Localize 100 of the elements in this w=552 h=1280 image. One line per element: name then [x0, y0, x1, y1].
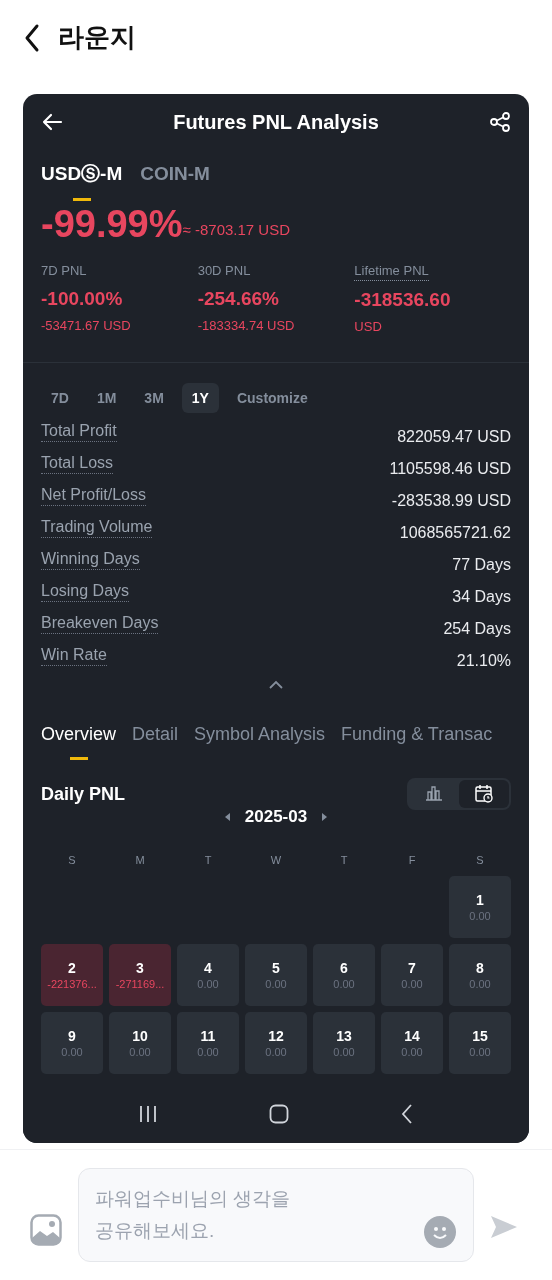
- screen-title: Futures PNL Analysis: [173, 110, 379, 135]
- section-tab[interactable]: Detail: [132, 721, 179, 764]
- weekday-label: M: [134, 852, 146, 868]
- day-number: 1: [476, 891, 484, 909]
- period-tab[interactable]: Customize: [226, 383, 318, 413]
- stat-label: 7D PNL: [41, 261, 87, 280]
- metric-label: Total Profit: [41, 421, 117, 442]
- day-pnl: -271169...: [115, 977, 165, 991]
- day-cell[interactable]: 14 0.00: [381, 1012, 443, 1074]
- day-pnl: 0.00: [469, 1045, 491, 1059]
- day-number: 12: [268, 1027, 284, 1045]
- stat-amount: -183334.74 USD: [197, 316, 296, 335]
- currency-tab[interactable]: COIN-M: [140, 160, 210, 201]
- collapse-icon[interactable]: [268, 679, 284, 691]
- tab-indicator: [69, 757, 88, 760]
- back-icon[interactable]: [401, 1104, 413, 1124]
- metric-label: Breakeven Days: [41, 613, 159, 634]
- day-number: 15: [472, 1027, 488, 1045]
- stat-value: -100.00%: [41, 287, 124, 311]
- day-cell[interactable]: 6 0.00: [313, 944, 375, 1006]
- day-cell[interactable]: 4 0.00: [177, 944, 239, 1006]
- previous-month-icon[interactable]: [223, 811, 231, 822]
- section-tab[interactable]: Overview: [41, 721, 116, 764]
- day-pnl: 0.00: [197, 977, 219, 991]
- stat-amount: -53471.67 USD: [41, 316, 132, 335]
- day-number: 11: [200, 1027, 216, 1045]
- period-tab[interactable]: 7D: [41, 383, 79, 413]
- back-arrow-icon[interactable]: [41, 111, 63, 133]
- tab-indicator: [72, 197, 91, 201]
- day-cell[interactable]: 10 0.00: [109, 1012, 171, 1074]
- day-number: 10: [132, 1027, 148, 1045]
- day-cell[interactable]: 9 0.00: [41, 1012, 103, 1074]
- day-cell[interactable]: 7 0.00: [381, 944, 443, 1006]
- metric-label: Trading Volume: [41, 517, 153, 538]
- metric-label: Net Profit/Loss: [41, 485, 146, 506]
- metric-label: Total Loss: [41, 453, 114, 474]
- day-pnl: 0.00: [401, 977, 423, 991]
- metric-value: 822059.47 USD: [397, 427, 511, 447]
- weekday-label: T: [203, 852, 213, 868]
- section-tab[interactable]: Funding & Transac: [341, 721, 493, 764]
- period-tab[interactable]: 1Y: [181, 383, 219, 413]
- day-pnl: 0.00: [129, 1045, 151, 1059]
- pnl-amount: ≈ -8703.17 USD: [182, 221, 290, 240]
- period-tab[interactable]: 1M: [86, 383, 127, 413]
- day-number: 14: [404, 1027, 420, 1045]
- day-pnl: 0.00: [265, 977, 287, 991]
- day-number: 4: [204, 959, 212, 977]
- recent-apps-icon[interactable]: [139, 1104, 157, 1124]
- day-cell[interactable]: 2 -221376...: [41, 944, 103, 1006]
- day-number: 13: [336, 1027, 352, 1045]
- stat-label: Lifetime PNL: [354, 260, 429, 281]
- share-icon[interactable]: [489, 111, 511, 133]
- calendar-icon: [473, 783, 495, 805]
- day-cell[interactable]: 13 0.00: [313, 1012, 375, 1074]
- day-number: 3: [136, 959, 144, 977]
- metric-value: 1068565721.62: [399, 523, 511, 543]
- period-tab[interactable]: 3M: [134, 383, 174, 413]
- metric-value: 21.10%: [456, 651, 511, 671]
- day-cell[interactable]: 5 0.00: [245, 944, 307, 1006]
- page-title: 라운지: [58, 21, 136, 54]
- day-number: 2: [68, 959, 76, 977]
- metric-value: -283538.99 USD: [391, 491, 511, 511]
- weekday-label: S: [475, 852, 485, 868]
- stat-amount: USD: [354, 317, 383, 336]
- day-cell[interactable]: 3 -271169...: [109, 944, 171, 1006]
- stat-value: -318536.60: [354, 288, 452, 312]
- day-number: 6: [340, 959, 348, 977]
- day-pnl: 0.00: [61, 1045, 83, 1059]
- metric-value: 77 Days: [452, 555, 511, 575]
- day-cell[interactable]: 8 0.00: [449, 944, 511, 1006]
- stat-label: 30D PNL: [197, 261, 251, 280]
- day-number: 5: [272, 959, 280, 977]
- home-icon[interactable]: [269, 1104, 289, 1124]
- section-tab[interactable]: Symbol Analysis: [194, 721, 326, 764]
- weekday-label: F: [407, 852, 417, 868]
- day-cell[interactable]: 1 0.00: [449, 876, 511, 938]
- view-button[interactable]: [459, 780, 509, 808]
- weekday-label: W: [269, 852, 283, 868]
- day-pnl: -221376...: [47, 977, 97, 991]
- day-cell[interactable]: 15 0.00: [449, 1012, 511, 1074]
- day-pnl: 0.00: [469, 977, 491, 991]
- day-pnl: 0.00: [265, 1045, 287, 1059]
- day-pnl: 0.00: [469, 909, 491, 923]
- metric-value: 254 Days: [443, 619, 511, 639]
- metric-value: 34 Days: [452, 587, 511, 607]
- pnl-percent: -99.99%: [41, 204, 183, 243]
- section-title: Daily PNL: [41, 782, 126, 806]
- metric-value: 1105598.46 USD: [389, 459, 511, 479]
- day-pnl: 0.00: [197, 1045, 219, 1059]
- day-pnl: 0.00: [401, 1045, 423, 1059]
- day-number: 9: [68, 1027, 76, 1045]
- next-month-icon[interactable]: [321, 811, 329, 822]
- day-number: 8: [476, 959, 484, 977]
- day-number: 7: [408, 959, 416, 977]
- currency-tab[interactable]: USDⓈ-M: [41, 160, 123, 201]
- comment-field[interactable]: 파워업수비님의 생각을 공유해보세요.: [78, 1168, 474, 1262]
- day-cell[interactable]: 12 0.00: [245, 1012, 307, 1074]
- day-cell[interactable]: 11 0.00: [177, 1012, 239, 1074]
- weekday-label: T: [339, 852, 349, 868]
- day-pnl: 0.00: [333, 1045, 355, 1059]
